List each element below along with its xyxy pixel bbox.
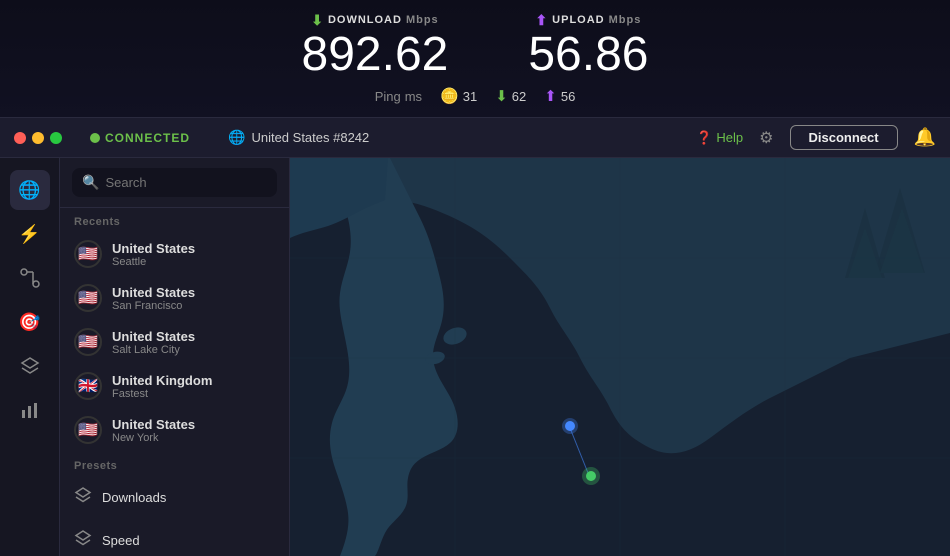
ping-ms-val: 31 xyxy=(463,89,477,104)
preset-layers-icon xyxy=(74,529,92,552)
download-label: ⬇ DOWNLOAD Mbps xyxy=(311,12,438,29)
routes-icon xyxy=(20,268,40,288)
location-text: United States New York xyxy=(112,417,195,444)
presets-label: Presets xyxy=(60,452,289,476)
maximize-button[interactable] xyxy=(50,132,62,144)
sidebar-item-stats[interactable] xyxy=(10,390,50,430)
ping-dl-val: 62 xyxy=(512,89,526,104)
download-item: ⬇ DOWNLOAD Mbps 892.62 xyxy=(302,12,449,82)
preset-item[interactable]: Speed xyxy=(60,519,289,556)
help-button[interactable]: ❓ Help xyxy=(696,130,743,146)
location-text: United States San Francisco xyxy=(112,285,195,312)
ping-dl-icon: ⬇ xyxy=(495,87,508,105)
location-city: Salt Lake City xyxy=(112,344,195,356)
ping-ms-icon: 🪙 xyxy=(440,87,459,105)
minimize-button[interactable] xyxy=(32,132,44,144)
flag-icon: 🇬🇧 xyxy=(74,372,102,400)
upload-label: ⬆ UPLOAD Mbps xyxy=(535,12,641,29)
disconnect-button[interactable]: Disconnect xyxy=(790,125,898,150)
title-bar: CONNECTED 🌐 United States #8242 ❓ Help ⚙… xyxy=(0,118,950,158)
location-text: United States Salt Lake City xyxy=(112,329,195,356)
recent-location-item[interactable]: 🇺🇸 United States Seattle xyxy=(60,232,289,276)
location-country: United States xyxy=(112,241,195,256)
traffic-lights xyxy=(14,132,62,144)
flag-icon: 🇺🇸 xyxy=(74,416,102,444)
location-list: Recents 🇺🇸 United States Seattle 🇺🇸 Unit… xyxy=(60,208,289,556)
sidebar-item-globe[interactable]: 🌐 xyxy=(10,170,50,210)
connected-badge: CONNECTED xyxy=(90,131,190,145)
sidebar: 🌐 ⚡ 🎯 xyxy=(0,158,60,556)
connected-text: CONNECTED xyxy=(105,131,190,145)
recent-location-item[interactable]: 🇺🇸 United States New York xyxy=(60,408,289,452)
ping-ul-icon: ⬆ xyxy=(544,87,557,105)
recents-label: Recents xyxy=(60,208,289,232)
location-city: Seattle xyxy=(112,256,195,268)
preset-item[interactable]: Downloads xyxy=(60,476,289,519)
sidebar-item-lightning[interactable]: ⚡ xyxy=(10,214,50,254)
speed-row: ⬇ DOWNLOAD Mbps 892.62 ⬆ UPLOAD Mbps 56.… xyxy=(302,12,649,82)
search-input-wrap[interactable]: 🔍 xyxy=(72,168,277,197)
globe-icon: 🌐 xyxy=(228,129,245,146)
ping-ms-value-item: 🪙 31 xyxy=(440,87,477,105)
map-svg xyxy=(290,158,950,556)
search-input[interactable] xyxy=(105,175,267,190)
help-circle-icon: ❓ xyxy=(696,130,712,146)
map-area xyxy=(290,158,950,556)
search-icon: 🔍 xyxy=(82,174,99,191)
preset-layers-icon xyxy=(74,486,92,509)
ping-dl-item: ⬇ 62 xyxy=(495,87,526,105)
download-arrow-icon: ⬇ xyxy=(311,12,324,29)
sidebar-item-routes[interactable] xyxy=(10,258,50,298)
upload-item: ⬆ UPLOAD Mbps 56.86 xyxy=(528,12,648,82)
download-text: DOWNLOAD xyxy=(328,14,402,26)
flag-icon: 🇺🇸 xyxy=(74,328,102,356)
download-mbps-unit: Mbps xyxy=(406,14,439,26)
location-city: San Francisco xyxy=(112,300,195,312)
recents-container: 🇺🇸 United States Seattle 🇺🇸 United State… xyxy=(60,232,289,452)
connected-dot-icon xyxy=(90,133,100,143)
download-value: 892.62 xyxy=(302,29,449,82)
location-country: United States xyxy=(112,329,195,344)
ping-ms-item: Ping ms xyxy=(375,89,422,104)
location-panel: 🔍 Recents 🇺🇸 United States Seattle 🇺🇸 Un… xyxy=(60,158,290,556)
flag-icon: 🇺🇸 xyxy=(74,240,102,268)
flag-icon: 🇺🇸 xyxy=(74,284,102,312)
server-name: United States #8242 xyxy=(251,130,369,145)
ping-label: Ping xyxy=(375,89,401,104)
title-bar-actions: ❓ Help ⚙ Disconnect 🔔 xyxy=(696,125,936,150)
main-area: 🌐 ⚡ 🎯 � xyxy=(0,158,950,556)
stats-icon xyxy=(20,400,40,420)
server-info: 🌐 United States #8242 xyxy=(228,129,369,146)
location-city: Fastest xyxy=(112,388,212,400)
layers-icon xyxy=(20,356,40,376)
upload-value: 56.86 xyxy=(528,29,648,82)
location-text: United States Seattle xyxy=(112,241,195,268)
presets-container: Downloads Speed Browsing xyxy=(60,476,289,556)
recent-location-item[interactable]: 🇬🇧 United Kingdom Fastest xyxy=(60,364,289,408)
location-text: United Kingdom Fastest xyxy=(112,373,212,400)
sidebar-item-layers[interactable] xyxy=(10,346,50,386)
location-country: United Kingdom xyxy=(112,373,212,388)
location-city: New York xyxy=(112,432,195,444)
settings-button[interactable]: ⚙ xyxy=(759,128,773,148)
location-country: United States xyxy=(112,417,195,432)
upload-mbps-unit: Mbps xyxy=(609,14,642,26)
ping-ul-item: ⬆ 56 xyxy=(544,87,575,105)
sidebar-item-target[interactable]: 🎯 xyxy=(10,302,50,342)
close-button[interactable] xyxy=(14,132,26,144)
search-box: 🔍 xyxy=(60,158,289,208)
ping-row: Ping ms 🪙 31 ⬇ 62 ⬆ 56 xyxy=(375,87,576,105)
notification-icon[interactable]: 🔔 xyxy=(914,127,936,148)
recent-location-item[interactable]: 🇺🇸 United States Salt Lake City xyxy=(60,320,289,364)
location-country: United States xyxy=(112,285,195,300)
ping-unit: ms xyxy=(405,89,422,104)
upload-text: UPLOAD xyxy=(552,14,604,26)
preset-label: Downloads xyxy=(102,490,166,505)
ping-ul-val: 56 xyxy=(561,89,575,104)
recent-location-item[interactable]: 🇺🇸 United States San Francisco xyxy=(60,276,289,320)
help-label: Help xyxy=(716,130,743,145)
upload-arrow-icon: ⬆ xyxy=(535,12,548,29)
preset-label: Speed xyxy=(102,533,140,548)
speed-bar: ⬇ DOWNLOAD Mbps 892.62 ⬆ UPLOAD Mbps 56.… xyxy=(0,0,950,118)
